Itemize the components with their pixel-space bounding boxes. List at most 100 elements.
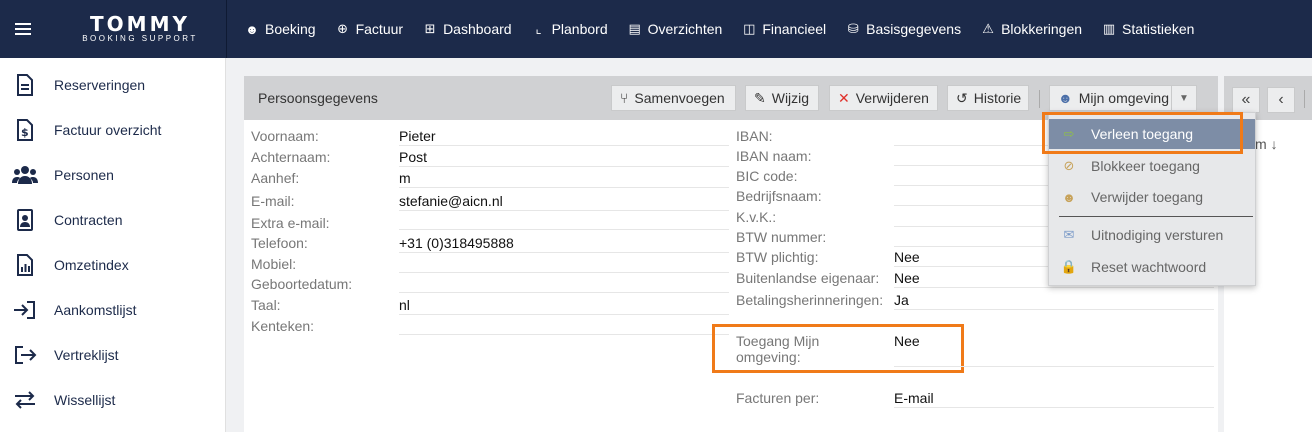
- smiley-icon: ☻: [245, 21, 259, 37]
- previous-page-button[interactable]: ‹: [1267, 87, 1295, 113]
- my-environment-dropdown-toggle[interactable]: ▼: [1171, 85, 1197, 111]
- label-extra-email: Extra e-mail:: [251, 215, 330, 231]
- sidebar-item-omzetindex[interactable]: Omzetindex: [0, 242, 225, 287]
- menu-item-remove-access[interactable]: ☻ Verwijder toegang: [1049, 182, 1255, 212]
- menu-item-label: Verwijder toegang: [1091, 189, 1204, 205]
- sort-column-fragment[interactable]: m ↓: [1255, 136, 1278, 152]
- invoice-icon: $: [12, 118, 38, 141]
- my-environment-button[interactable]: ☻ Mijn omgeving: [1049, 85, 1171, 111]
- menu-item-reset-password[interactable]: 🔒 Reset wachtwoord: [1049, 252, 1255, 282]
- nav-item-basisgegevens[interactable]: ⛁ Basisgegevens: [846, 21, 961, 37]
- chart-line-icon: ⌞: [535, 21, 542, 36]
- sidebar: Reserveringen $ Factuur overzicht Persone…: [0, 58, 226, 432]
- toolbar-separator: [1039, 90, 1040, 108]
- sidebar-item-personen[interactable]: Personen: [0, 152, 225, 197]
- label-facturen-per: Facturen per:: [736, 390, 820, 406]
- report-icon: [12, 253, 38, 276]
- menu-toggle-button[interactable]: [0, 0, 46, 58]
- topbar-divider: [226, 0, 227, 58]
- label-buitenlandse-eigenaar: Buitenlandse eigenaar:: [736, 270, 880, 286]
- document-icon: [12, 73, 38, 96]
- chevron-down-icon: ▼: [1179, 92, 1189, 104]
- menu-item-label: Reset wachtwoord: [1091, 259, 1207, 275]
- hamburger-icon: [15, 28, 31, 30]
- nav-label: Factuur: [355, 21, 404, 37]
- sidebar-item-label: Omzetindex: [54, 256, 129, 273]
- label-taal: Taal:: [251, 297, 281, 313]
- top-navbar: TOMMY BOOKING SUPPORT ☻ Boeking ⊕ Factuur …: [0, 0, 1312, 58]
- chevron-left-icon: ‹: [1278, 91, 1284, 108]
- value-telefoon: +31 (0)318495888: [399, 235, 514, 251]
- label-bedrijfsnaam: Bedrijfsnaam:: [736, 188, 822, 204]
- contract-icon: [12, 208, 38, 231]
- columns-icon: ◫: [743, 21, 756, 36]
- app-logo[interactable]: TOMMY BOOKING SUPPORT: [70, 14, 210, 44]
- grid-icon: ⊞: [424, 21, 436, 36]
- row-divider: [399, 334, 729, 335]
- label-iban: IBAN:: [736, 128, 773, 144]
- grant-access-highlight-box: [1042, 112, 1243, 154]
- sidebar-item-wissellijst[interactable]: Wissellijst: [0, 377, 225, 422]
- row-divider: [399, 292, 729, 293]
- label-email: E-mail:: [251, 193, 295, 209]
- main-nav: ☻ Boeking ⊕ Factuur ⊞ Dashboard ⌞ Planbord ▤…: [245, 0, 1214, 58]
- menu-item-block-access[interactable]: ⊘ Blokkeer toegang: [1049, 151, 1255, 181]
- sidebar-item-aankomstlijst[interactable]: Aankomstlijst: [0, 287, 225, 332]
- row-divider: [399, 272, 729, 273]
- nav-item-boeking[interactable]: ☻ Boeking: [245, 21, 315, 37]
- value-taal: nl: [399, 297, 410, 313]
- exchange-icon: [12, 389, 38, 411]
- nav-item-planbord[interactable]: ⌞ Planbord: [532, 21, 608, 37]
- arrow-down-icon: ↓: [1270, 136, 1278, 152]
- logo-brand: TOMMY: [90, 12, 190, 36]
- sidebar-item-contracten[interactable]: Contracten: [0, 197, 225, 242]
- nav-item-statistieken[interactable]: ▥ Statistieken: [1102, 21, 1195, 37]
- row-divider: [894, 287, 1214, 288]
- first-page-button[interactable]: «: [1232, 87, 1260, 113]
- sidebar-item-vertreklijst[interactable]: Vertreklijst: [0, 332, 225, 377]
- merge-button[interactable]: ⑂ Samenvoegen: [611, 85, 736, 111]
- sign-out-icon: [12, 344, 38, 366]
- label-geboortedatum: Geboortedatum:: [251, 276, 353, 292]
- nav-item-factuur[interactable]: ⊕ Factuur: [336, 21, 403, 37]
- nav-item-financieel[interactable]: ◫ Financieel: [742, 21, 826, 37]
- svg-text:$: $: [21, 126, 29, 139]
- sidebar-item-reserveringen[interactable]: Reserveringen: [0, 62, 225, 107]
- nav-label: Statistieken: [1122, 21, 1195, 37]
- label-btw-nummer: BTW nummer:: [736, 229, 827, 245]
- delete-button[interactable]: ✕ Verwijderen: [829, 85, 938, 111]
- nav-label: Basisgegevens: [866, 21, 962, 37]
- row-divider: [894, 309, 1214, 310]
- row-divider: [894, 407, 1214, 408]
- double-chevron-left-icon: «: [1241, 91, 1251, 108]
- block-access-icon: ⊘: [1063, 158, 1075, 173]
- label-achternaam: Achternaam:: [251, 149, 331, 165]
- label-toegang-line1: Toegang Mijn: [736, 333, 820, 349]
- menu-item-send-invite[interactable]: ✉ Uitnodiging versturen: [1049, 220, 1255, 250]
- sidebar-item-label: Vertreklijst: [54, 346, 119, 363]
- history-icon: ↺: [956, 89, 968, 106]
- nav-label: Planbord: [551, 21, 608, 37]
- row-divider: [399, 314, 729, 315]
- warning-icon: ⚠: [982, 21, 994, 36]
- nav-item-blokkeringen[interactable]: ⚠ Blokkeringen: [981, 21, 1082, 37]
- row-divider: [399, 252, 729, 253]
- edit-button[interactable]: ✎ Wijzig: [745, 85, 819, 111]
- nav-item-dashboard[interactable]: ⊞ Dashboard: [423, 21, 512, 37]
- edit-label: Wijzig: [771, 90, 810, 106]
- bar-chart-icon: ▥: [1102, 21, 1116, 36]
- nav-item-overzichten[interactable]: ▤ Overzichten: [628, 21, 722, 37]
- history-button[interactable]: ↺ Historie: [947, 85, 1029, 111]
- sidebar-item-factuur-overzicht[interactable]: $ Factuur overzicht: [0, 107, 225, 152]
- database-icon: ⛁: [847, 21, 859, 36]
- merge-label: Samenvoegen: [634, 90, 725, 106]
- value-achternaam: Post: [399, 149, 428, 165]
- list-icon: ▤: [628, 21, 641, 36]
- row-divider: [399, 229, 729, 230]
- value-voornaam: Pieter: [399, 128, 436, 144]
- label-toegang-line2: omgeving:: [736, 349, 801, 365]
- pencil-icon: ✎: [754, 89, 766, 106]
- nav-label: Financieel: [762, 21, 827, 37]
- label-voornaam: Voornaam:: [251, 128, 319, 144]
- label-mobiel: Mobiel:: [251, 256, 297, 272]
